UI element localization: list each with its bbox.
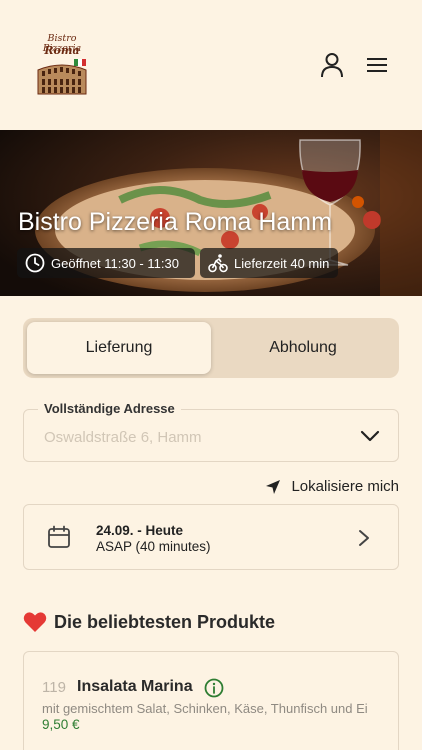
delivery-time-option: ASAP (40 minutes) [96,539,211,554]
product-price: 9,50 € [42,717,80,732]
info-icon[interactable] [204,678,224,698]
tab-pickup[interactable]: Abholung [211,322,395,374]
locate-me-label: Lokalisiere mich [291,478,399,495]
delivery-date: 24.09. - Heute [96,523,184,538]
restaurant-name: Bistro Pizzeria Roma Hamm [18,208,332,236]
heart-icon [23,612,47,632]
locate-me-button[interactable]: Lokalisiere mich [265,478,399,495]
delivery-date-selector[interactable]: 24.09. - Heute ASAP (40 minutes) [23,504,399,570]
delivery-time-badge: Lieferzeit 40 min [200,248,338,278]
restaurant-logo[interactable]: Bistro Pizzeria Roma [28,34,96,98]
tab-delivery[interactable]: Lieferung [27,322,211,374]
app-header: Bistro Pizzeria Roma [0,0,422,130]
calendar-icon [48,525,70,548]
bicycle-courier-icon [208,254,228,273]
product-number: 119 [42,679,66,696]
product-description: mit gemischtem Salat, Schinken, Käse, Th… [42,701,368,716]
hero-banner: Bistro Pizzeria Roma Hamm Geöffnet 11:30… [0,130,422,296]
product-name: Insalata Marina [77,678,193,695]
chevron-down-icon [360,430,380,442]
delivery-time-text: Lieferzeit 40 min [234,255,330,271]
opening-hours-badge: Geöffnet 11:30 - 11:30 [17,248,195,278]
order-type-toggle: Lieferung Abholung [23,318,399,378]
user-icon [321,53,343,78]
menu-button[interactable] [362,50,392,80]
location-arrow-icon [266,479,281,494]
account-button[interactable] [317,50,347,80]
address-select[interactable]: Vollständige Adresse Oswaldstraße 6, Ham… [23,401,399,462]
logo-line-2: Roma [44,44,80,57]
address-label: Vollständige Adresse [38,401,181,416]
address-placeholder: Oswaldstraße 6, Hamm [44,429,202,446]
opening-hours-text: Geöffnet 11:30 - 11:30 [51,255,179,271]
popular-products-heading: Die beliebtesten Produkte [23,611,275,633]
chevron-right-icon [359,530,369,546]
product-card[interactable]: 119 Insalata Marina mit gemischtem Salat… [23,651,399,750]
hamburger-menu-icon [367,58,387,72]
colosseum-icon [37,59,87,95]
clock-icon [25,253,45,273]
popular-products-title: Die beliebtesten Produkte [54,611,276,632]
